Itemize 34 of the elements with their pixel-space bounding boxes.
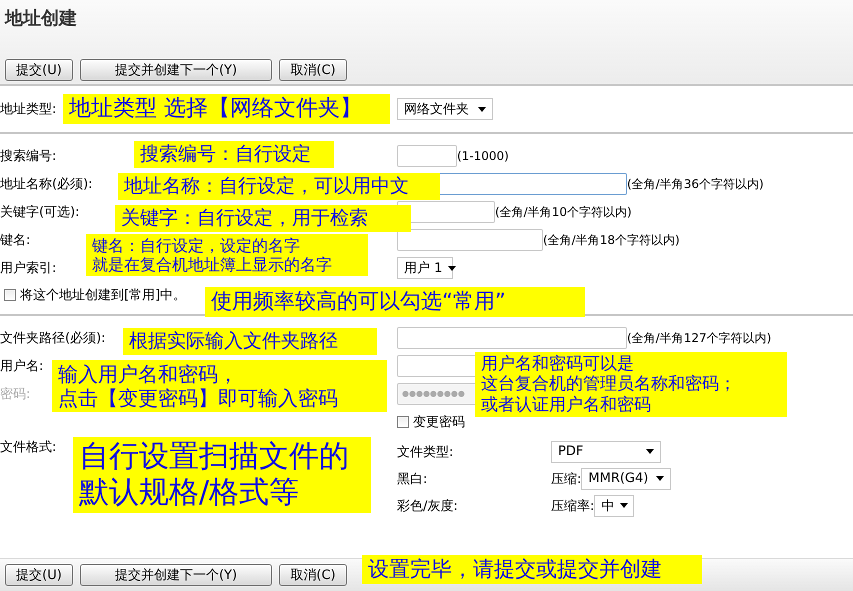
field-label: 地址类型: bbox=[0, 102, 56, 117]
field-label: 黑白: bbox=[397, 470, 428, 488]
field-label: 文件类型: bbox=[397, 444, 454, 460]
field-label: 关键字(可选): bbox=[0, 205, 80, 220]
field-label: 压缩率: bbox=[551, 498, 594, 514]
note-tooltip: 设置完毕，请提交或提交并创建 bbox=[362, 555, 702, 584]
field-label: 文件格式: bbox=[0, 440, 56, 455]
field-label: 文件夹路径(必须): bbox=[0, 331, 106, 346]
field-label: 地址名称(必须): bbox=[0, 177, 93, 192]
note-tooltip: 根据实际输入文件夹路径 bbox=[123, 328, 377, 355]
field-label: 用户名: bbox=[0, 359, 44, 374]
note-tooltip: 输入用户名和密码， 点击【变更密码】即可输入密码 bbox=[52, 360, 387, 412]
field-hint: (全角/半角10个字符以内) bbox=[495, 204, 632, 220]
field-hint: (1-1000) bbox=[457, 149, 509, 163]
note-tooltip: 键名：自行设定，设定的名字 就是在复合机地址簿上显示的名字 bbox=[86, 234, 368, 276]
page-title: 地址创建 bbox=[5, 7, 78, 31]
field-hint: (全角/半角18个字符以内) bbox=[543, 232, 680, 248]
note-tooltip: 用户名和密码可以是 这台复合机的管理员名称和密码； 或者认证用户名和密码 bbox=[475, 352, 787, 418]
note-tooltip: 地址类型 选择【网络文件夹】 bbox=[63, 94, 390, 124]
note-tooltip: 自行设置扫描文件的 默认规格/格式等 bbox=[73, 437, 371, 513]
field-hint: (全角/半角127个字符以内) bbox=[627, 330, 772, 346]
note-tooltip: 搜索编号：自行设定 bbox=[134, 141, 334, 168]
field-hint: (全角/半角36个字符以内) bbox=[627, 176, 764, 192]
note-tooltip: 关键字：自行设定，用于检索 bbox=[115, 205, 411, 232]
checkbox-label: 变更密码 bbox=[413, 414, 465, 431]
note-tooltip: 地址名称：自行设定，可以用中文 bbox=[118, 173, 440, 200]
field-label: 搜索编号: bbox=[0, 149, 56, 164]
field-label: 用户索引: bbox=[0, 261, 56, 276]
checkbox-label: 将这个地址创建到[常用]中。 bbox=[20, 287, 186, 304]
note-tooltip: 使用频率较高的可以勾选“常用” bbox=[205, 287, 585, 317]
field-label: 压缩: bbox=[551, 470, 582, 488]
field-label: 密码: bbox=[0, 387, 30, 402]
field-label: 键名: bbox=[0, 233, 30, 248]
field-label: 彩色/灰度: bbox=[397, 498, 459, 514]
